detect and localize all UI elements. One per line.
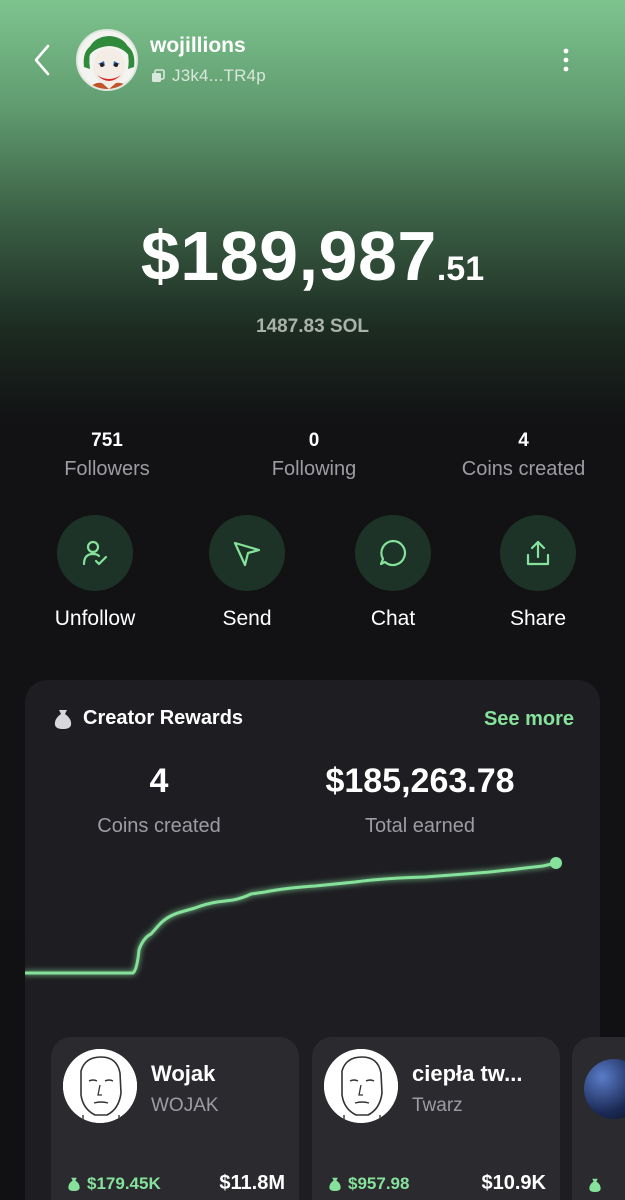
coin-name: ciepła tw...	[412, 1061, 523, 1086]
sol-balance: 1487.83 SOL	[255, 316, 370, 337]
rewards-coins-created-label: Coins created	[97, 815, 221, 837]
send-button[interactable]: Send	[182, 515, 312, 631]
money-bag-icon	[68, 1177, 80, 1191]
send-label: Send	[222, 607, 272, 630]
wallet-address[interactable]: J3k4...TR4p	[151, 66, 266, 86]
coin-earned-value: $957.98	[348, 1174, 410, 1193]
rewards-total-earned-label: Total earned	[364, 815, 476, 837]
coin-avatar	[324, 1049, 398, 1123]
followers-count: 751	[91, 430, 123, 451]
coins-created-label: Coins created	[461, 458, 586, 480]
coin-market-cap: $11.8M	[219, 1172, 285, 1194]
rewards-coins-created-value: 4	[149, 762, 169, 800]
more-options-button[interactable]	[555, 44, 577, 76]
coin-avatar	[584, 1059, 625, 1119]
following-stat[interactable]: 0 Following	[214, 430, 414, 481]
coin-earned: $957.98	[328, 1174, 409, 1194]
coin-market-cap: $10.9K	[481, 1172, 547, 1194]
coin-name: Wojak	[151, 1061, 216, 1086]
see-more-link[interactable]: See more	[484, 708, 574, 731]
avatar[interactable]	[76, 29, 138, 91]
chat-circle	[355, 515, 431, 591]
coin-card-twarz[interactable]: ciepła tw... Twarz $957.98 $10.9K	[312, 1037, 560, 1200]
earnings-endpoint	[550, 857, 562, 869]
send-circle	[209, 515, 285, 591]
back-button[interactable]	[30, 40, 58, 80]
username: wojillions	[150, 34, 246, 57]
coin-earned-value: $179.45K	[87, 1174, 161, 1193]
unfollow-label: Unfollow	[54, 607, 136, 630]
wojak-face-icon	[324, 1049, 398, 1123]
coin-avatar	[63, 1049, 137, 1123]
profile-header: wojillions J3k4...TR4p	[0, 0, 625, 120]
chat-label: Chat	[370, 607, 416, 630]
share-circle	[500, 515, 576, 591]
unfollow-button[interactable]: Unfollow	[30, 515, 160, 631]
coin-card-wojak[interactable]: Wojak WOJAK $179.45K $11.8M	[51, 1037, 299, 1200]
chat-button[interactable]: Chat	[328, 515, 458, 631]
share-label: Share	[509, 607, 567, 630]
chevron-left-icon	[34, 44, 50, 76]
earnings-chart	[25, 857, 562, 975]
following-count: 0	[308, 430, 320, 451]
money-bag-icon	[54, 709, 72, 729]
rewards-total-earned-value: $185,263.78	[325, 762, 515, 800]
unfollow-circle	[57, 515, 133, 591]
rewards-total-earned: $185,263.78 Total earned	[295, 762, 545, 838]
more-vertical-icon	[563, 48, 569, 72]
coins-created-count: 4	[518, 430, 529, 451]
coin-ticker: Twarz	[412, 1095, 463, 1116]
followers-label: Followers	[64, 458, 150, 480]
copy-icon	[152, 69, 165, 82]
money-bag-icon	[589, 1178, 601, 1192]
wojak-face-icon	[63, 1049, 137, 1123]
balance-dollars: $189,987	[140, 217, 437, 295]
following-label: Following	[271, 458, 357, 480]
earnings-line	[25, 861, 558, 975]
balance-cents: .51	[436, 250, 485, 288]
share-icon	[526, 540, 550, 566]
user-check-icon	[82, 540, 108, 566]
send-icon	[233, 541, 261, 567]
portfolio-balance: $189,987.51	[0, 216, 625, 296]
money-bag-icon	[329, 1177, 341, 1191]
joker-avatar-icon	[78, 31, 136, 89]
coin-ticker: WOJAK	[151, 1095, 219, 1116]
chat-bubble-icon	[379, 539, 407, 567]
address-text: J3k4...TR4p	[172, 66, 266, 85]
rewards-header: Creator Rewards	[53, 707, 243, 730]
rewards-title: Creator Rewards	[83, 707, 244, 729]
rewards-coins-created: 4 Coins created	[74, 762, 244, 838]
coin-earned: $179.45K	[67, 1174, 161, 1194]
coins-created-stat[interactable]: 4 Coins created	[421, 430, 625, 481]
share-button[interactable]: Share	[473, 515, 603, 631]
followers-stat[interactable]: 751 Followers	[7, 430, 207, 481]
coin-card-partial[interactable]	[572, 1037, 625, 1200]
